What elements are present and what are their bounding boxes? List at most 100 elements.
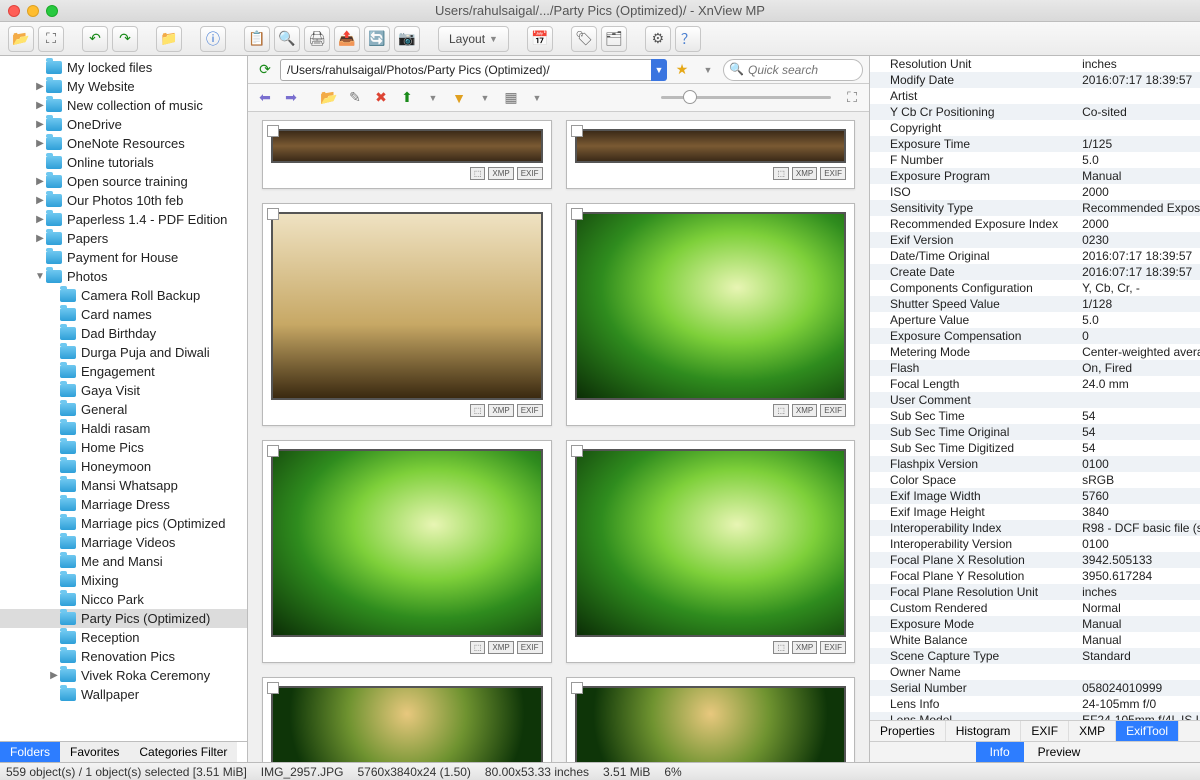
tree-item[interactable]: Me and Mansi: [0, 552, 247, 571]
tree-item[interactable]: My locked files: [0, 58, 247, 77]
grid-dd-icon[interactable]: ▼: [526, 87, 548, 109]
exif-row[interactable]: Shutter Speed Value1/128: [870, 296, 1200, 312]
maximize-button[interactable]: [46, 5, 58, 17]
exif-row[interactable]: Components ConfigurationY, Cb, Cr, -: [870, 280, 1200, 296]
tree-item[interactable]: Mixing: [0, 571, 247, 590]
exif-row[interactable]: Exposure ModeManual: [870, 616, 1200, 632]
exif-row[interactable]: User Comment: [870, 392, 1200, 408]
tree-item[interactable]: ▶New collection of music: [0, 96, 247, 115]
tree-item[interactable]: Party Pics (Optimized): [0, 609, 247, 628]
batch-convert-button[interactable]: 🔄: [364, 26, 390, 52]
tree-item[interactable]: ▶Vivek Roka Ceremony: [0, 666, 247, 685]
tree-item[interactable]: Durga Puja and Diwali: [0, 343, 247, 362]
path-dropdown-icon[interactable]: ▼: [651, 59, 667, 81]
view-options-button[interactable]: 📅: [527, 26, 553, 52]
exif-row[interactable]: Exposure Time1/125: [870, 136, 1200, 152]
open-folder-icon[interactable]: 📂: [318, 87, 340, 109]
back-button[interactable]: ⬅: [254, 87, 276, 109]
exif-row[interactable]: FlashOn, Fired: [870, 360, 1200, 376]
info-tab[interactable]: Histogram: [946, 721, 1022, 741]
tree-item[interactable]: Marriage Videos: [0, 533, 247, 552]
tree-item[interactable]: Online tutorials: [0, 153, 247, 172]
tree-item[interactable]: ▶OneDrive: [0, 115, 247, 134]
open-file-button[interactable]: 📂: [8, 26, 34, 52]
exif-row[interactable]: Sub Sec Time Digitized54: [870, 440, 1200, 456]
exif-row[interactable]: Recommended Exposure Index2000: [870, 216, 1200, 232]
help-button[interactable]: ？: [675, 26, 701, 52]
thumb-checkbox[interactable]: [267, 445, 279, 457]
tree-item[interactable]: Mansi Whatsapp: [0, 476, 247, 495]
exif-row[interactable]: Modify Date2016:07:17 18:39:57: [870, 72, 1200, 88]
disclosure-triangle[interactable]: ▶: [48, 670, 60, 681]
tree-item[interactable]: ▶My Website: [0, 77, 247, 96]
thumbnail[interactable]: ⬚XMPEXIF: [566, 203, 856, 426]
tree-item[interactable]: ▶OneNote Resources: [0, 134, 247, 153]
thumbnail-grid[interactable]: ⬚XMPEXIF ⬚XMPEXIF ⬚XMPEXIF ⬚XMPEXIF ⬚XMP…: [248, 112, 869, 762]
export-button[interactable]: 📤: [334, 26, 360, 52]
path-input[interactable]: [280, 59, 666, 81]
find-button[interactable]: 🔍: [274, 26, 300, 52]
subtab[interactable]: Info: [976, 742, 1024, 762]
exif-row[interactable]: Lens Info24-105mm f/0: [870, 696, 1200, 712]
redo-button[interactable]: ↷: [112, 26, 138, 52]
thumbnail[interactable]: ⬚XMPEXIF: [262, 440, 552, 663]
tree-item[interactable]: ▶Our Photos 10th feb: [0, 191, 247, 210]
settings-button[interactable]: ⚙: [645, 26, 671, 52]
exif-table[interactable]: Resolution UnitinchesModify Date2016:07:…: [870, 56, 1200, 720]
tree-item[interactable]: Haldi rasam: [0, 419, 247, 438]
tree-item[interactable]: Honeymoon: [0, 457, 247, 476]
subtab[interactable]: Preview: [1024, 742, 1095, 762]
exif-row[interactable]: Exposure ProgramManual: [870, 168, 1200, 184]
grid-view-icon[interactable]: ▦: [500, 87, 522, 109]
quick-search-input[interactable]: [723, 59, 863, 81]
thumbnail[interactable]: ⬚XMPEXIF: [262, 120, 552, 189]
layout-dropdown[interactable]: Layout▼: [438, 26, 509, 52]
thumbnail[interactable]: [566, 677, 856, 762]
delete-icon[interactable]: ✖: [370, 87, 392, 109]
exif-row[interactable]: Custom RenderedNormal: [870, 600, 1200, 616]
tree-item[interactable]: Nicco Park: [0, 590, 247, 609]
favorite-icon[interactable]: ★: [671, 59, 693, 81]
filter-icon[interactable]: ▼: [448, 87, 470, 109]
exif-row[interactable]: Serial Number058024010999: [870, 680, 1200, 696]
tree-item[interactable]: Reception: [0, 628, 247, 647]
exif-row[interactable]: Sensitivity TypeRecommended Exposure In: [870, 200, 1200, 216]
disclosure-triangle[interactable]: ▼: [34, 271, 46, 282]
tree-item[interactable]: Marriage pics (Optimized: [0, 514, 247, 533]
info-tab[interactable]: Properties: [870, 721, 946, 741]
exif-row[interactable]: Sub Sec Time54: [870, 408, 1200, 424]
exif-row[interactable]: Exif Image Width5760: [870, 488, 1200, 504]
zoom-slider[interactable]: ⛶: [552, 87, 863, 109]
exif-row[interactable]: Owner Name: [870, 664, 1200, 680]
tree-item[interactable]: Home Pics: [0, 438, 247, 457]
tree-item[interactable]: Gaya Visit: [0, 381, 247, 400]
tree-item[interactable]: Wallpaper: [0, 685, 247, 704]
fullscreen-button[interactable]: ⛶: [38, 26, 64, 52]
thumbnail[interactable]: ⬚XMPEXIF: [566, 440, 856, 663]
thumb-checkbox[interactable]: [571, 445, 583, 457]
info-tab[interactable]: XMP: [1069, 721, 1116, 741]
info-tab[interactable]: EXIF: [1021, 721, 1069, 741]
filter-dropdown-icon[interactable]: ▼: [697, 59, 719, 81]
tree-item[interactable]: Card names: [0, 305, 247, 324]
exif-row[interactable]: Create Date2016:07:17 18:39:57: [870, 264, 1200, 280]
parent-folder-button[interactable]: 📁: [156, 26, 182, 52]
minimize-button[interactable]: [27, 5, 39, 17]
exif-row[interactable]: Scene Capture TypeStandard: [870, 648, 1200, 664]
capture-button[interactable]: 📷: [394, 26, 420, 52]
exif-row[interactable]: Aperture Value5.0: [870, 312, 1200, 328]
print-button[interactable]: 🖨: [304, 26, 330, 52]
forward-button[interactable]: ➡: [280, 87, 302, 109]
exif-row[interactable]: Artist: [870, 88, 1200, 104]
tree-item[interactable]: ▶Open source training: [0, 172, 247, 191]
exif-row[interactable]: Resolution Unitinches: [870, 56, 1200, 72]
disclosure-triangle[interactable]: ▶: [34, 138, 46, 149]
sidebar-tab[interactable]: Favorites: [60, 742, 129, 762]
tag-button[interactable]: 🏷: [571, 26, 597, 52]
exif-row[interactable]: Copyright: [870, 120, 1200, 136]
info-button[interactable]: ⓘ: [200, 26, 226, 52]
tree-item[interactable]: Engagement: [0, 362, 247, 381]
exif-row[interactable]: Date/Time Original2016:07:17 18:39:57: [870, 248, 1200, 264]
exif-row[interactable]: Sub Sec Time Original54: [870, 424, 1200, 440]
nav-dropdown-icon[interactable]: ▼: [422, 87, 444, 109]
